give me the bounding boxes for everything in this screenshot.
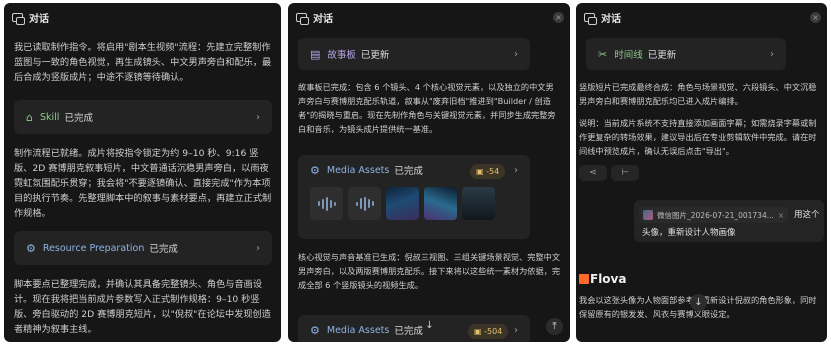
image-thumbnail[interactable] (462, 187, 495, 220)
branch-icon[interactable]: ⊢ (611, 165, 639, 181)
image-thumb (643, 210, 653, 220)
image-thumbnail[interactable] (386, 187, 419, 220)
media-label: Media Assets (326, 164, 390, 176)
share-icon[interactable]: ⋖ (579, 165, 607, 181)
media-status: 已完成 (394, 166, 423, 177)
media-label: Media Assets (326, 324, 390, 336)
chat-panel-3: 对话 × ✂ 时间线 已更新 › 竖版短片已完成最终合成：角色与场景视觉、六段镜… (576, 3, 827, 342)
cost-badge: ▣ -54 (470, 164, 506, 179)
skill-label: Skill (39, 111, 60, 123)
chat-title: 对话 (29, 13, 49, 25)
close-icon[interactable]: × (553, 12, 564, 23)
assistant-message: 我已读取制作指令。将启用"剧本生视频"流程：先建立完整制作蓝图与一致的角色视觉，… (14, 42, 272, 83)
skill-status: 已完成 (64, 113, 93, 124)
media-assets-card[interactable]: ⚙ Media Assets 已完成 ▣ -54 › (298, 155, 530, 239)
chevron-right-icon: › (770, 48, 774, 60)
timeline-status: 已更新 (647, 50, 677, 61)
scroll-down-icon[interactable]: ↓ (690, 294, 707, 311)
timeline-label: 时间线 (614, 50, 643, 61)
chat-header: 对话 × (576, 3, 827, 31)
assistant-message: 说明：当前成片系统不支持直接添加画面字幕；如需烧录字幕或制作更复杂的转场效果，建… (579, 118, 817, 156)
media-status: 已完成 (394, 326, 423, 337)
gear-icon: ⚙ (26, 241, 36, 255)
audio-thumbnail[interactable] (310, 187, 343, 220)
chevron-right-icon: › (514, 325, 518, 336)
assistant-message: 故事板已完成：包含 6 个镜头、4 个核心视觉元素，以及独立的中文男声旁白与赛博… (298, 82, 556, 134)
chat-icon (12, 12, 25, 25)
assistant-message: 脚本要点已整理完成，并确认其具备完整镜头、角色与音画设计。现在我将把当前成片参数… (14, 279, 271, 335)
chat-title: 对话 (313, 13, 333, 25)
brand-name: Flova (590, 272, 627, 286)
chat-header: 对话 × (288, 3, 570, 31)
chevron-right-icon: › (256, 242, 260, 254)
chat-panel-2: 对话 × ▤ 故事板 已更新 › 故事板已完成：包含 6 个镜头、4 个核心视觉… (288, 3, 570, 342)
user-message-text: 头像，重新设计人物画像 (642, 228, 736, 238)
film-icon: ▤ (310, 47, 321, 61)
chat-title: 对话 (601, 13, 621, 25)
image-thumbnail[interactable] (424, 187, 457, 220)
waveform-icon (317, 196, 336, 211)
storyboard-status: 已更新 (360, 50, 390, 61)
resource-label: Resource Preparation (42, 242, 145, 254)
flova-mark-icon (579, 274, 589, 284)
chat-panel-1: 对话 我已读取制作指令。将启用"剧本生视频"流程：先建立完整制作蓝图与一致的角色… (4, 3, 281, 342)
chevron-right-icon: › (256, 111, 260, 123)
cost-value: -504 (484, 327, 503, 336)
skill-card[interactable]: ⌂ Skill 已完成 › (14, 100, 272, 134)
assistant-message: 核心视觉与声音基准已生成：倪叔三视图、三组关键场景视觉、完整中文男声旁白，以及两… (298, 252, 561, 290)
timeline-card[interactable]: ✂ 时间线 已更新 › (586, 38, 786, 70)
cost-value: -54 (486, 167, 500, 176)
chevron-right-icon: › (514, 48, 518, 60)
assistant-message: 制作流程已就绪。成片将按指令锁定为约 9–10 秒、9:16 竖版、2D 赛博朋… (14, 148, 272, 219)
storyboard-label: 故事板 (327, 50, 356, 61)
audio-thumbnail[interactable] (348, 187, 381, 220)
assistant-message: 竖版短片已完成最终合成：角色与场景视觉、六段镜头、中文沉稳男声旁白和赛博朋克配乐… (579, 82, 817, 106)
resource-preparation-card[interactable]: ⚙ Resource Preparation 已完成 › (14, 231, 272, 265)
skill-icon: ⌂ (26, 110, 33, 124)
scissors-icon: ✂ (598, 47, 608, 61)
cost-badge: ▣ -504 (468, 324, 509, 339)
chat-icon (296, 12, 309, 25)
close-icon[interactable]: × (810, 12, 821, 23)
storyboard-card[interactable]: ▤ 故事板 已更新 › (298, 38, 530, 70)
waveform-icon (355, 196, 374, 211)
image-filename: 微信图片_2026-07-21_001734... (657, 210, 774, 220)
flova-logo: Flova (579, 272, 626, 286)
chevron-right-icon: › (514, 165, 518, 176)
chat-header: 对话 (4, 3, 281, 31)
chat-icon (584, 12, 597, 25)
resource-status: 已完成 (149, 244, 178, 255)
gear-icon: ⚙ (310, 323, 320, 337)
media-assets-card[interactable]: ⚙ Media Assets 已完成 ▣ -504 › (298, 315, 530, 342)
scroll-top-button[interactable]: ⤒ (546, 318, 563, 335)
image-attachment[interactable]: 微信图片_2026-07-21_001734... × (639, 207, 789, 223)
gear-icon: ⚙ (310, 163, 320, 177)
user-message-text: 用这个 (794, 210, 820, 220)
scroll-down-icon[interactable]: ↓ (421, 317, 438, 334)
user-message: 微信图片_2026-07-21_001734... × 用这个 头像，重新设计人… (634, 200, 824, 242)
close-icon[interactable]: × (778, 211, 784, 220)
